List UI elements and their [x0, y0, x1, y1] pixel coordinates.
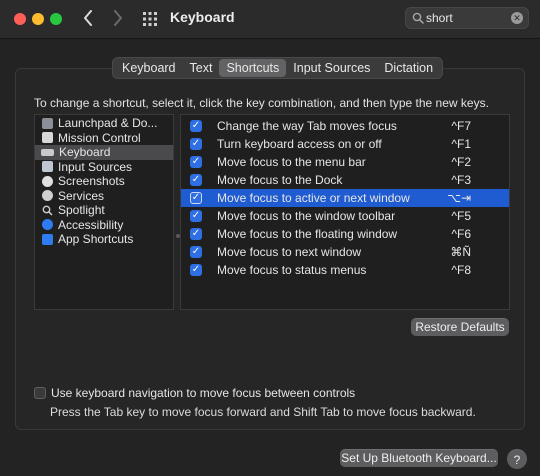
close-window-button[interactable] — [14, 13, 26, 25]
tab-input-sources[interactable]: Input Sources — [286, 58, 377, 78]
shortcut-key[interactable]: ⌘Ñ — [450, 245, 471, 259]
category-label: Screenshots — [58, 174, 125, 189]
input-sources-icon — [42, 161, 53, 173]
shortcut-row[interactable]: ✓ Move focus to the floating window ^F6 — [181, 225, 509, 243]
titlebar: Keyboard ✕ — [0, 0, 540, 39]
category-list[interactable]: Launchpad & Do... Mission Control Keyboa… — [34, 114, 174, 310]
shortcut-row[interactable]: ✓ Move focus to the menu bar ^F2 — [181, 153, 509, 171]
screenshots-icon — [42, 175, 53, 187]
search-field[interactable]: ✕ — [405, 7, 529, 29]
chevron-right-icon — [114, 10, 122, 26]
shortcut-enabled-checkbox[interactable]: ✓ — [190, 120, 202, 132]
category-label: App Shortcuts — [58, 232, 134, 247]
shortcut-row[interactable]: ✓ Move focus to next window ⌘Ñ — [181, 243, 509, 261]
keyboard-navigation-help-text: Press the Tab key to move focus forward … — [50, 405, 476, 419]
services-gear-icon — [42, 190, 53, 202]
launchpad-icon — [42, 117, 53, 129]
category-screenshots[interactable]: Screenshots — [35, 174, 173, 189]
accessibility-icon — [42, 219, 53, 231]
category-label: Accessibility — [58, 217, 124, 232]
shortcut-label: Move focus to status menus — [217, 263, 367, 277]
category-spotlight[interactable]: Spotlight — [35, 203, 173, 218]
mission-control-icon — [42, 132, 53, 144]
instruction-text: To change a shortcut, select it, click t… — [34, 96, 489, 110]
category-mission-control[interactable]: Mission Control — [35, 131, 173, 146]
back-button[interactable] — [78, 7, 98, 29]
shortcut-list[interactable]: ✓ Change the way Tab moves focus ^F7 ✓ T… — [180, 114, 510, 310]
restore-defaults-button[interactable]: Restore Defaults — [411, 318, 509, 336]
shortcut-row[interactable]: ✓ Turn keyboard access on or off ^F1 — [181, 135, 509, 153]
keyboard-preferences-window: Keyboard ✕ Keyboard Text Shortcuts Input… — [0, 0, 540, 476]
shortcut-enabled-checkbox[interactable]: ✓ — [190, 228, 202, 240]
keyboard-navigation-label[interactable]: Use keyboard navigation to move focus be… — [51, 386, 355, 400]
category-label: Input Sources — [58, 159, 133, 174]
tab-bar: Keyboard Text Shortcuts Input Sources Di… — [112, 57, 444, 79]
search-icon — [412, 12, 424, 24]
category-label: Mission Control — [58, 130, 141, 145]
shortcut-enabled-checkbox[interactable]: ✓ — [190, 192, 202, 204]
shortcut-label: Move focus to active or next window — [217, 191, 410, 205]
shortcut-label: Move focus to the menu bar — [217, 155, 366, 169]
category-launchpad-dock[interactable]: Launchpad & Do... — [35, 116, 173, 131]
shortcut-row[interactable]: ✓ Change the way Tab moves focus ^F7 — [181, 117, 509, 135]
shortcut-key[interactable]: ⌥⇥ — [447, 191, 471, 205]
shortcut-label: Move focus to the floating window — [217, 227, 398, 241]
category-label: Services — [58, 188, 105, 203]
shortcut-row[interactable]: ✓ Move focus to status menus ^F8 — [181, 261, 509, 279]
show-all-grid-icon[interactable] — [142, 11, 158, 27]
category-label: Launchpad & Do... — [58, 116, 158, 131]
shortcut-label: Move focus to the window toolbar — [217, 209, 396, 223]
shortcut-enabled-checkbox[interactable]: ✓ — [190, 138, 202, 150]
shortcut-row[interactable]: ✓ Move focus to the Dock ^F3 — [181, 171, 509, 189]
keyboard-icon — [41, 148, 54, 156]
shortcut-row[interactable]: ✓ Move focus to the window toolbar ^F5 — [181, 207, 509, 225]
shortcut-key[interactable]: ^F5 — [451, 209, 471, 223]
shortcut-label: Move focus to next window — [217, 245, 362, 259]
search-input[interactable] — [426, 10, 506, 26]
category-input-sources[interactable]: Input Sources — [35, 160, 173, 175]
shortcut-enabled-checkbox[interactable]: ✓ — [190, 156, 202, 168]
shortcut-key[interactable]: ^F2 — [451, 155, 471, 169]
category-label: Spotlight — [58, 203, 105, 218]
shortcut-label: Change the way Tab moves focus — [217, 119, 397, 133]
category-keyboard[interactable]: Keyboard — [35, 145, 173, 160]
shortcut-key[interactable]: ^F6 — [451, 227, 471, 241]
app-shortcuts-icon — [42, 233, 53, 245]
clear-search-icon[interactable]: ✕ — [511, 12, 523, 24]
window-title: Keyboard — [170, 9, 235, 25]
shortcut-enabled-checkbox[interactable]: ✓ — [190, 264, 202, 276]
shortcut-enabled-checkbox[interactable]: ✓ — [190, 246, 202, 258]
spotlight-icon — [42, 205, 53, 216]
category-label: Keyboard — [59, 145, 111, 160]
tab-dictation[interactable]: Dictation — [377, 58, 440, 78]
keyboard-navigation-checkbox[interactable] — [34, 387, 46, 399]
shortcut-key[interactable]: ^F8 — [451, 263, 471, 277]
forward-button[interactable] — [108, 7, 128, 29]
tab-keyboard[interactable]: Keyboard — [115, 58, 183, 78]
tab-text[interactable]: Text — [183, 58, 220, 78]
category-accessibility[interactable]: Accessibility — [35, 218, 173, 233]
shortcut-key[interactable]: ^F3 — [451, 173, 471, 187]
category-services[interactable]: Services — [35, 189, 173, 204]
shortcut-label: Turn keyboard access on or off — [217, 137, 382, 151]
shortcut-row-selected[interactable]: ✓ Move focus to active or next window ⌥⇥ — [181, 189, 509, 207]
shortcut-enabled-checkbox[interactable]: ✓ — [190, 210, 202, 222]
chevron-left-icon — [84, 10, 92, 26]
shortcut-label: Move focus to the Dock — [217, 173, 343, 187]
tab-shortcuts[interactable]: Shortcuts — [219, 59, 287, 77]
category-app-shortcuts[interactable]: App Shortcuts — [35, 232, 173, 247]
minimize-window-button[interactable] — [32, 13, 44, 25]
shortcut-key[interactable]: ^F7 — [451, 119, 471, 133]
help-button[interactable]: ? — [507, 449, 527, 469]
fullscreen-window-button[interactable] — [50, 13, 62, 25]
shortcut-key[interactable]: ^F1 — [451, 137, 471, 151]
set-up-bluetooth-keyboard-button[interactable]: Set Up Bluetooth Keyboard... — [340, 449, 498, 467]
shortcut-enabled-checkbox[interactable]: ✓ — [190, 174, 202, 186]
